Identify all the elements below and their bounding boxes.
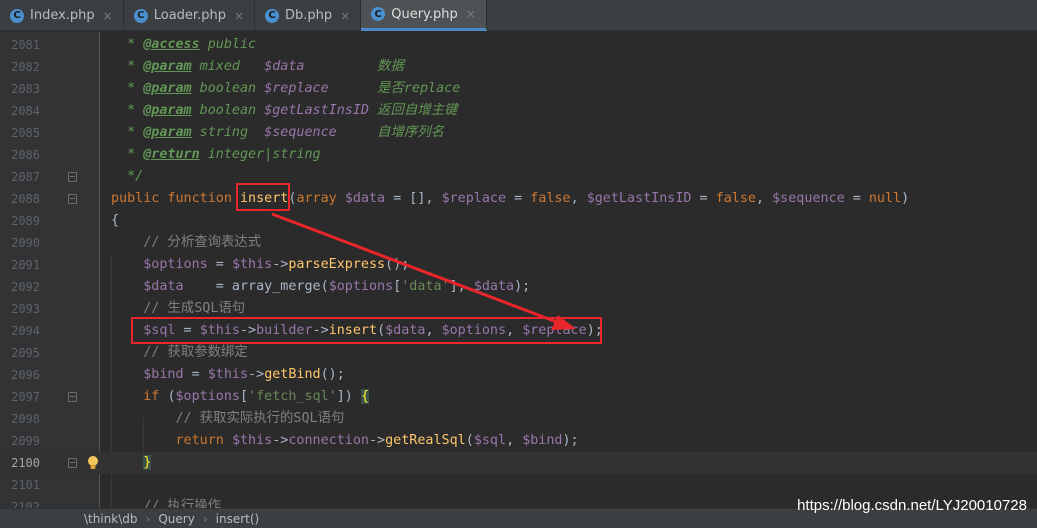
line-number: 2099 <box>11 434 40 448</box>
code-line: 2091 $options = $this->parseExpress(); <box>0 254 1037 276</box>
tab-index-php[interactable]: C Index.php × <box>0 0 124 31</box>
editor-tab-bar: C Index.php × C Loader.php × C Db.php × … <box>0 0 1037 31</box>
line-number: 2095 <box>11 346 40 360</box>
code-text: { <box>111 213 120 228</box>
code-text: * @param boolean $getLastInsID 返回自增主键 <box>111 103 458 118</box>
code-line: 2082 * @param mixed $data 数据 <box>0 56 1037 78</box>
code-line: 2090 // 分析查询表达式 <box>0 232 1037 254</box>
tab-label: Loader.php <box>153 8 226 23</box>
code-text: $data = array_merge($options['data'], $d… <box>143 279 531 294</box>
tab-loader-php[interactable]: C Loader.php × <box>124 0 256 31</box>
code-text: if ($options['fetch_sql']) { <box>143 389 369 404</box>
code-text: * @param mixed $data 数据 <box>111 59 404 74</box>
line-number: 2090 <box>11 236 40 250</box>
code-line: 2087 */ <box>0 166 1037 188</box>
line-number: 2093 <box>11 302 40 316</box>
code-line-current: 2100 } <box>0 452 1037 474</box>
breadcrumb-item-class[interactable]: Query <box>158 512 194 526</box>
line-number: 2101 <box>11 478 40 492</box>
breadcrumb-item-method[interactable]: insert() <box>216 512 260 526</box>
line-number: 2092 <box>11 280 40 294</box>
line-number: 2086 <box>11 148 40 162</box>
php-class-icon: C <box>265 8 280 23</box>
code-text: // 分析查询表达式 <box>111 235 262 250</box>
line-number: 2087 <box>11 170 40 184</box>
code-text: * @param boolean $replace 是否replace <box>111 81 461 96</box>
code-line: 2088 public function insert(array $data … <box>0 188 1037 210</box>
tab-query-php[interactable]: C Query.php × <box>361 0 487 31</box>
php-class-icon: C <box>371 7 386 21</box>
fold-toggle-icon[interactable] <box>68 392 77 402</box>
tab-label: Db.php <box>285 8 333 23</box>
php-class-icon: C <box>10 8 24 23</box>
code-text: // 获取参数绑定 <box>111 345 248 360</box>
line-number: 2100 <box>11 456 40 470</box>
breadcrumb-item-namespace[interactable]: \think\db <box>84 512 138 526</box>
annotation-box-insert-method <box>236 183 290 211</box>
fold-toggle-icon[interactable] <box>68 172 77 182</box>
line-number: 2088 <box>11 192 40 206</box>
line-number: 2094 <box>11 324 40 338</box>
close-icon[interactable]: × <box>466 7 476 21</box>
code-line: 2092 $data = array_merge($options['data'… <box>0 276 1037 298</box>
code-text: // 执行操作 <box>111 499 221 508</box>
code-line: 2081 * @access public <box>0 34 1037 56</box>
line-number: 2097 <box>11 390 40 404</box>
code-line: 2089 { <box>0 210 1037 232</box>
line-number: 2084 <box>11 104 40 118</box>
close-icon[interactable]: × <box>234 9 244 23</box>
code-line: 2097 if ($options['fetch_sql']) { <box>0 386 1037 408</box>
line-number: 2098 <box>11 412 40 426</box>
code-line: 2086 * @return integer|string <box>0 144 1037 166</box>
code-line: 2085 * @param string $sequence 自增序列名 <box>0 122 1037 144</box>
code-line: 2084 * @param boolean $getLastInsID 返回自增… <box>0 100 1037 122</box>
code-text: $bind = $this->getBind(); <box>143 367 345 382</box>
line-number: 2089 <box>11 214 40 228</box>
code-text: $options = $this->parseExpress(); <box>143 257 410 272</box>
fold-toggle-icon[interactable] <box>68 194 77 204</box>
code-text: * @access public <box>111 37 257 52</box>
tab-label: Index.php <box>30 8 95 23</box>
code-line: 2096 $bind = $this->getBind(); <box>0 364 1037 386</box>
watermark-text: https://blog.csdn.net/LYJ20010728 <box>797 497 1027 514</box>
code-line: 2083 * @param boolean $replace 是否replace <box>0 78 1037 100</box>
line-number: 2083 <box>11 82 40 96</box>
code-text: public function insert(array $data = [],… <box>111 191 910 206</box>
line-number: 2091 <box>11 258 40 272</box>
code-editor[interactable]: 2081 * @access public 2082 * @param mixe… <box>0 32 1037 508</box>
fold-toggle-icon[interactable] <box>68 458 77 468</box>
code-line: 2101 <box>0 474 1037 496</box>
chevron-right-icon: › <box>145 511 151 526</box>
line-number: 2085 <box>11 126 40 140</box>
code-text: return $this->connection->getRealSql($sq… <box>175 433 579 448</box>
line-number: 2096 <box>11 368 40 382</box>
lightbulb-intention-icon[interactable] <box>86 455 100 471</box>
tab-label: Query.php <box>391 6 458 22</box>
php-class-icon: C <box>133 8 148 23</box>
line-number: 2102 <box>11 500 40 508</box>
tab-db-php[interactable]: C Db.php × <box>255 0 362 31</box>
close-icon[interactable]: × <box>340 9 350 23</box>
code-text: * @return integer|string <box>111 147 321 162</box>
line-number: 2081 <box>11 38 40 52</box>
code-line: 2098 // 获取实际执行的SQL语句 <box>0 408 1037 430</box>
code-text: // 获取实际执行的SQL语句 <box>111 411 345 426</box>
code-line: 2095 // 获取参数绑定 <box>0 342 1037 364</box>
chevron-right-icon: › <box>202 511 208 526</box>
close-icon[interactable]: × <box>103 9 113 23</box>
line-number: 2082 <box>11 60 40 74</box>
code-text: } <box>143 455 152 470</box>
code-line: 2099 return $this->connection->getRealSq… <box>0 430 1037 452</box>
annotation-box-builder-insert-line <box>131 317 602 344</box>
code-text: */ <box>111 169 144 184</box>
code-text: * @param string $sequence 自增序列名 <box>111 125 445 140</box>
